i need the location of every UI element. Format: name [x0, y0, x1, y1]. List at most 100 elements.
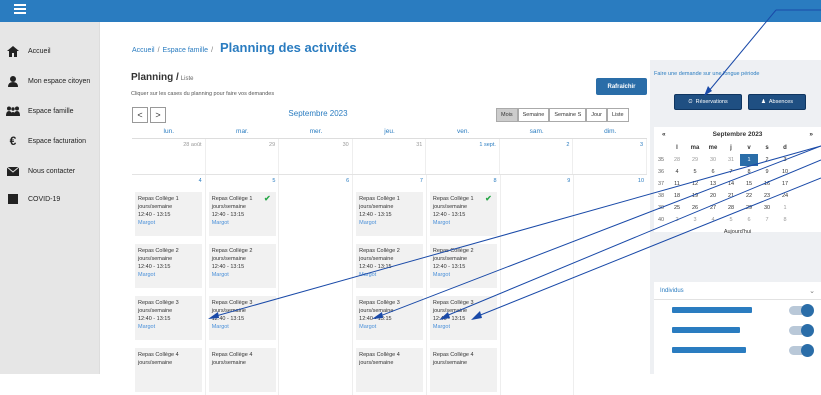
event-card[interactable]: Repas Collège 3 jours/semaine 12:40 - 13:1… [135, 296, 202, 340]
cal-day[interactable]: 14 [722, 181, 740, 187]
cal-day[interactable]: 28 [722, 205, 740, 211]
event-card[interactable]: Repas Collège 3 jours/semaine 12:40 - 13:1… [429, 296, 497, 340]
cal-day[interactable]: 20 [704, 193, 722, 199]
individu-toggle[interactable] [789, 323, 814, 337]
cal-day[interactable]: 9 [758, 169, 776, 175]
today-button[interactable]: Aujourd'hui [654, 229, 821, 235]
view-semaine-s[interactable]: Semaine S [549, 108, 587, 122]
event-card[interactable]: Repas Collège 4 jours/semaine [356, 348, 424, 392]
day-column-wed: 6 [279, 175, 354, 395]
absences-button[interactable]: ♟ Absences [748, 94, 806, 110]
cal-day[interactable]: 30 [758, 205, 776, 211]
cal-day-selected[interactable]: 1 [740, 154, 758, 166]
day-column-tue: 5 ✔ Repas Collège 1 jours/semaine 12:40 - 1… [206, 175, 280, 395]
event-card[interactable]: Repas Collège 1 jours/semaine 12:40 - 13:1… [135, 192, 202, 236]
cal-day[interactable]: 25 [668, 205, 686, 211]
view-jour[interactable]: Jour [586, 108, 607, 122]
day-cell[interactable]: 30 [279, 139, 353, 174]
day-cell[interactable]: 1 sept. [426, 139, 500, 174]
calendar-grid: lun. mar. mer. jeu. ven. sam. dim. 28 ao… [132, 128, 648, 395]
cal-day[interactable]: 31 [722, 157, 740, 163]
cal-day[interactable]: 3 [686, 217, 704, 223]
view-mois[interactable]: Mois [496, 108, 518, 122]
event-card[interactable]: Repas Collège 1 jours/semaine 12:40 - 13:1… [356, 192, 424, 236]
refresh-button[interactable]: Rafraîchir [596, 78, 647, 95]
breadcrumb-home[interactable]: Accueil [132, 47, 155, 54]
event-card[interactable]: Repas Collège 3 jours/semaine 12:40 - 13:1… [356, 296, 424, 340]
cal-day[interactable]: 15 [740, 181, 758, 187]
next-month-button[interactable]: > [150, 107, 166, 123]
prev-month-button[interactable]: < [132, 107, 148, 123]
cal-day[interactable]: 3 [776, 157, 794, 163]
cal-day[interactable]: 30 [704, 157, 722, 163]
sidebar-item-espace-citoyen[interactable]: Mon espace citoyen [6, 71, 90, 91]
view-semaine[interactable]: Semaine [517, 108, 550, 122]
individu-toggle[interactable] [789, 343, 814, 357]
cal-day[interactable]: 27 [704, 205, 722, 211]
day-cell[interactable]: 2 [500, 139, 574, 174]
view-liste[interactable]: Liste [606, 108, 629, 122]
cal-prev-button[interactable]: « [662, 131, 666, 138]
cal-day[interactable]: 24 [776, 193, 794, 199]
event-card[interactable]: Repas Collège 3 jours/semaine 12:40 - 13:1… [208, 296, 276, 340]
cal-day[interactable]: 22 [740, 193, 758, 199]
cal-day[interactable]: 28 [668, 157, 686, 163]
event-card[interactable]: Repas Collège 2 jours/semaine 12:40 - 13:1… [208, 244, 276, 288]
redacted-name [672, 307, 752, 313]
day-cell[interactable]: 29 [206, 139, 280, 174]
cal-day[interactable]: 8 [740, 169, 758, 175]
individu-toggle[interactable] [789, 303, 814, 317]
event-card[interactable]: ✔ Repas Collège 1 jours/semaine 12:40 - 13:… [208, 192, 276, 236]
breadcrumb-section[interactable]: Espace famille [163, 47, 209, 54]
page-title: Planning des activités [220, 40, 357, 55]
cal-day[interactable]: 29 [686, 157, 704, 163]
cal-day[interactable]: 19 [686, 193, 704, 199]
cal-day[interactable]: 5 [722, 217, 740, 223]
cal-next-button[interactable]: » [809, 131, 813, 138]
cal-day[interactable]: 2 [758, 157, 776, 163]
sidebar-item-covid[interactable]: COVID-19 [6, 189, 60, 209]
chevron-down-icon[interactable]: ⌄ [809, 287, 815, 295]
event-card[interactable]: Repas Collège 4 jours/semaine [208, 348, 276, 392]
event-card[interactable]: ✔ Repas Collège 1 jours/semaine 12:40 - 13:… [429, 192, 497, 236]
event-card[interactable]: Repas Collège 2 jours/semaine 12:40 - 13:1… [429, 244, 497, 288]
cal-day[interactable]: 10 [776, 169, 794, 175]
cal-day[interactable]: 1 [776, 205, 794, 211]
cal-day[interactable]: 6 [704, 169, 722, 175]
sidebar-item-label: Mon espace citoyen [28, 77, 91, 85]
sidebar-item-accueil[interactable]: Accueil [6, 41, 51, 61]
cal-day[interactable]: 23 [758, 193, 776, 199]
event-card[interactable]: Repas Collège 2 jours/semaine 12:40 - 13:1… [135, 244, 202, 288]
event-card[interactable]: Repas Collège 4 jours/semaine [429, 348, 497, 392]
day-cell[interactable]: 28 août [132, 139, 206, 174]
home-icon [6, 45, 20, 57]
sidebar-item-espace-famille[interactable]: Espace famille [6, 101, 74, 121]
menu-icon[interactable] [14, 4, 26, 14]
cal-day[interactable]: 18 [668, 193, 686, 199]
cal-day[interactable]: 4 [668, 169, 686, 175]
reservations-button[interactable]: ⏲ Réservations [674, 94, 742, 110]
cal-day[interactable]: 16 [758, 181, 776, 187]
event-card[interactable]: Repas Collège 4 jours/semaine [135, 348, 202, 392]
cal-day[interactable]: 5 [686, 169, 704, 175]
day-cell[interactable]: 3 [573, 139, 648, 174]
cal-day[interactable]: 7 [722, 169, 740, 175]
cal-day[interactable]: 6 [740, 217, 758, 223]
cal-day[interactable]: 2 [668, 217, 686, 223]
cal-day[interactable]: 26 [686, 205, 704, 211]
day-cell[interactable]: 31 [353, 139, 427, 174]
cal-day[interactable]: 7 [758, 217, 776, 223]
event-card[interactable]: Repas Collège 2 jours/semaine 12:40 - 13:1… [356, 244, 424, 288]
cal-day[interactable]: 29 [740, 205, 758, 211]
sidebar-item-contact[interactable]: Nous contacter [6, 161, 75, 181]
cal-day[interactable]: 11 [668, 181, 686, 187]
cal-day[interactable]: 12 [686, 181, 704, 187]
cal-day[interactable]: 13 [704, 181, 722, 187]
cal-day[interactable]: 21 [722, 193, 740, 199]
cal-day[interactable]: 17 [776, 181, 794, 187]
weekday-label: lun. [163, 128, 175, 135]
sidebar-item-facturation[interactable]: € Espace facturation [6, 131, 86, 151]
cal-day[interactable]: 8 [776, 217, 794, 223]
cal-day[interactable]: 4 [704, 217, 722, 223]
mini-calendar: « Septembre 2023 » l ma me j v s d 35 28 29 30 31… [654, 127, 821, 235]
